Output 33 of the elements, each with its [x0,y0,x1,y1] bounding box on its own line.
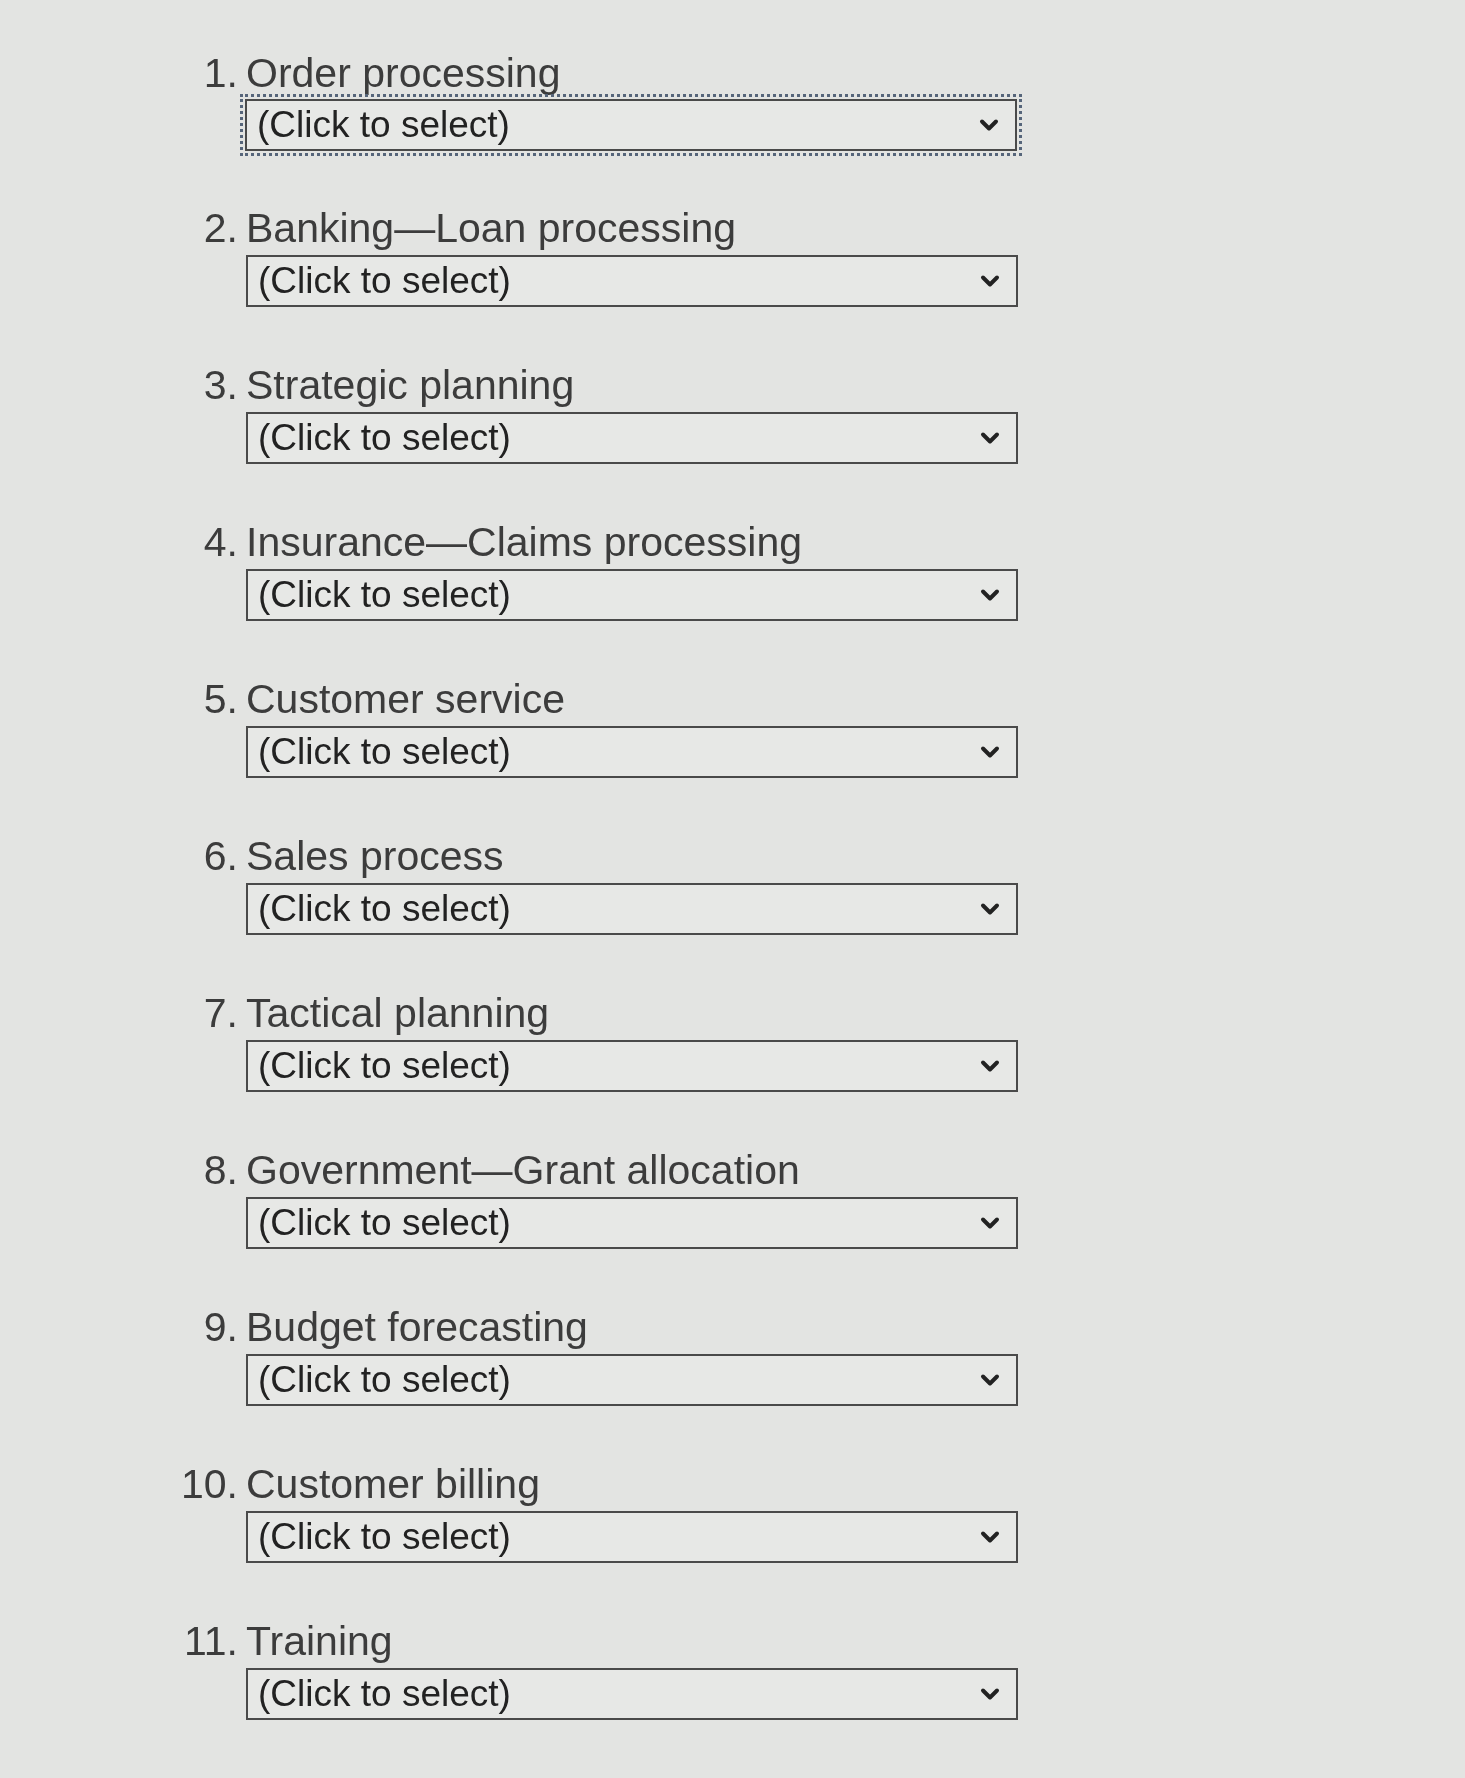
dropdown-select[interactable]: (Click to select) [246,1197,1018,1249]
item-number: 9. [202,1304,238,1350]
item-number: 2. [202,205,238,251]
item-number: 1. [202,50,238,96]
item-number: 7. [202,990,238,1036]
item-number: 4. [202,519,238,565]
question-label: Sales process [246,833,505,879]
dropdown-select[interactable]: (Click to select) [246,255,1018,307]
item-number: 11. [183,1618,238,1664]
dropdown-select[interactable]: (Click to select) [246,1511,1018,1563]
dropdown-select[interactable]: (Click to select) [246,412,1018,464]
dropdown-select[interactable]: (Click to select) [246,1668,1018,1720]
question-label: Insurance—Claims processing [246,519,803,565]
question-label: Customer service [246,676,566,722]
question-label: Tactical planning [246,990,551,1036]
dropdown-select[interactable]: (Click to select) [246,1040,1018,1092]
dropdown-select[interactable]: (Click to select) [246,569,1018,621]
item-number: 8. [202,1147,238,1193]
item-number: 3. [202,362,238,408]
dropdown-select[interactable]: (Click to select) [246,1354,1018,1406]
dropdown-select[interactable]: (Click to select) [246,726,1018,778]
item-number: 5. [202,676,238,722]
question-label: Strategic planning [246,362,576,408]
question-label: Banking—Loan processing [246,205,738,251]
item-number: 6. [202,833,238,879]
question-label: Customer billing [246,1461,541,1507]
question-label: Government—Grant allocation [246,1147,801,1193]
question-label: Order processing [246,50,562,96]
dropdown-select[interactable]: (Click to select) [246,883,1018,935]
question-label: Training [246,1618,394,1664]
dropdown-select[interactable]: (Click to select) [240,94,1022,156]
item-number: 10. [180,1461,238,1507]
question-label: Budget forecasting [246,1304,589,1350]
